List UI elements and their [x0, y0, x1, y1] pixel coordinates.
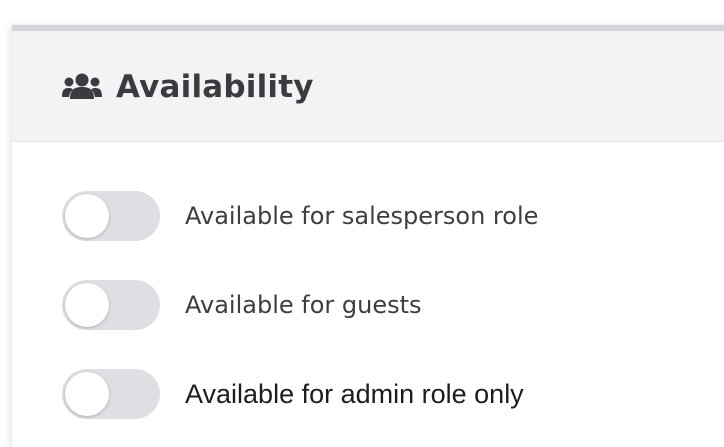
panel-header: Availability	[12, 31, 724, 142]
toggle-knob	[65, 372, 109, 416]
users-icon	[62, 73, 102, 101]
availability-panel: Availability Available for salesperson r…	[12, 25, 724, 447]
admin-role-only-label: Available for admin role only	[185, 378, 524, 409]
guests-toggle[interactable]	[62, 280, 160, 330]
toggle-row-guests: Available for guests	[62, 280, 422, 330]
page: Availability Available for salesperson r…	[0, 0, 724, 447]
toggle-row-salesperson: Available for salesperson role	[62, 191, 538, 241]
toggle-knob	[65, 194, 109, 238]
toggle-row-admin: Available for admin role only	[62, 369, 524, 419]
salesperson-role-toggle[interactable]	[62, 191, 160, 241]
salesperson-role-label: Available for salesperson role	[185, 202, 539, 230]
admin-role-only-toggle[interactable]	[62, 369, 160, 419]
guests-label: Available for guests	[185, 291, 422, 319]
toggle-knob	[65, 283, 109, 327]
panel-title: Availability	[116, 69, 314, 105]
